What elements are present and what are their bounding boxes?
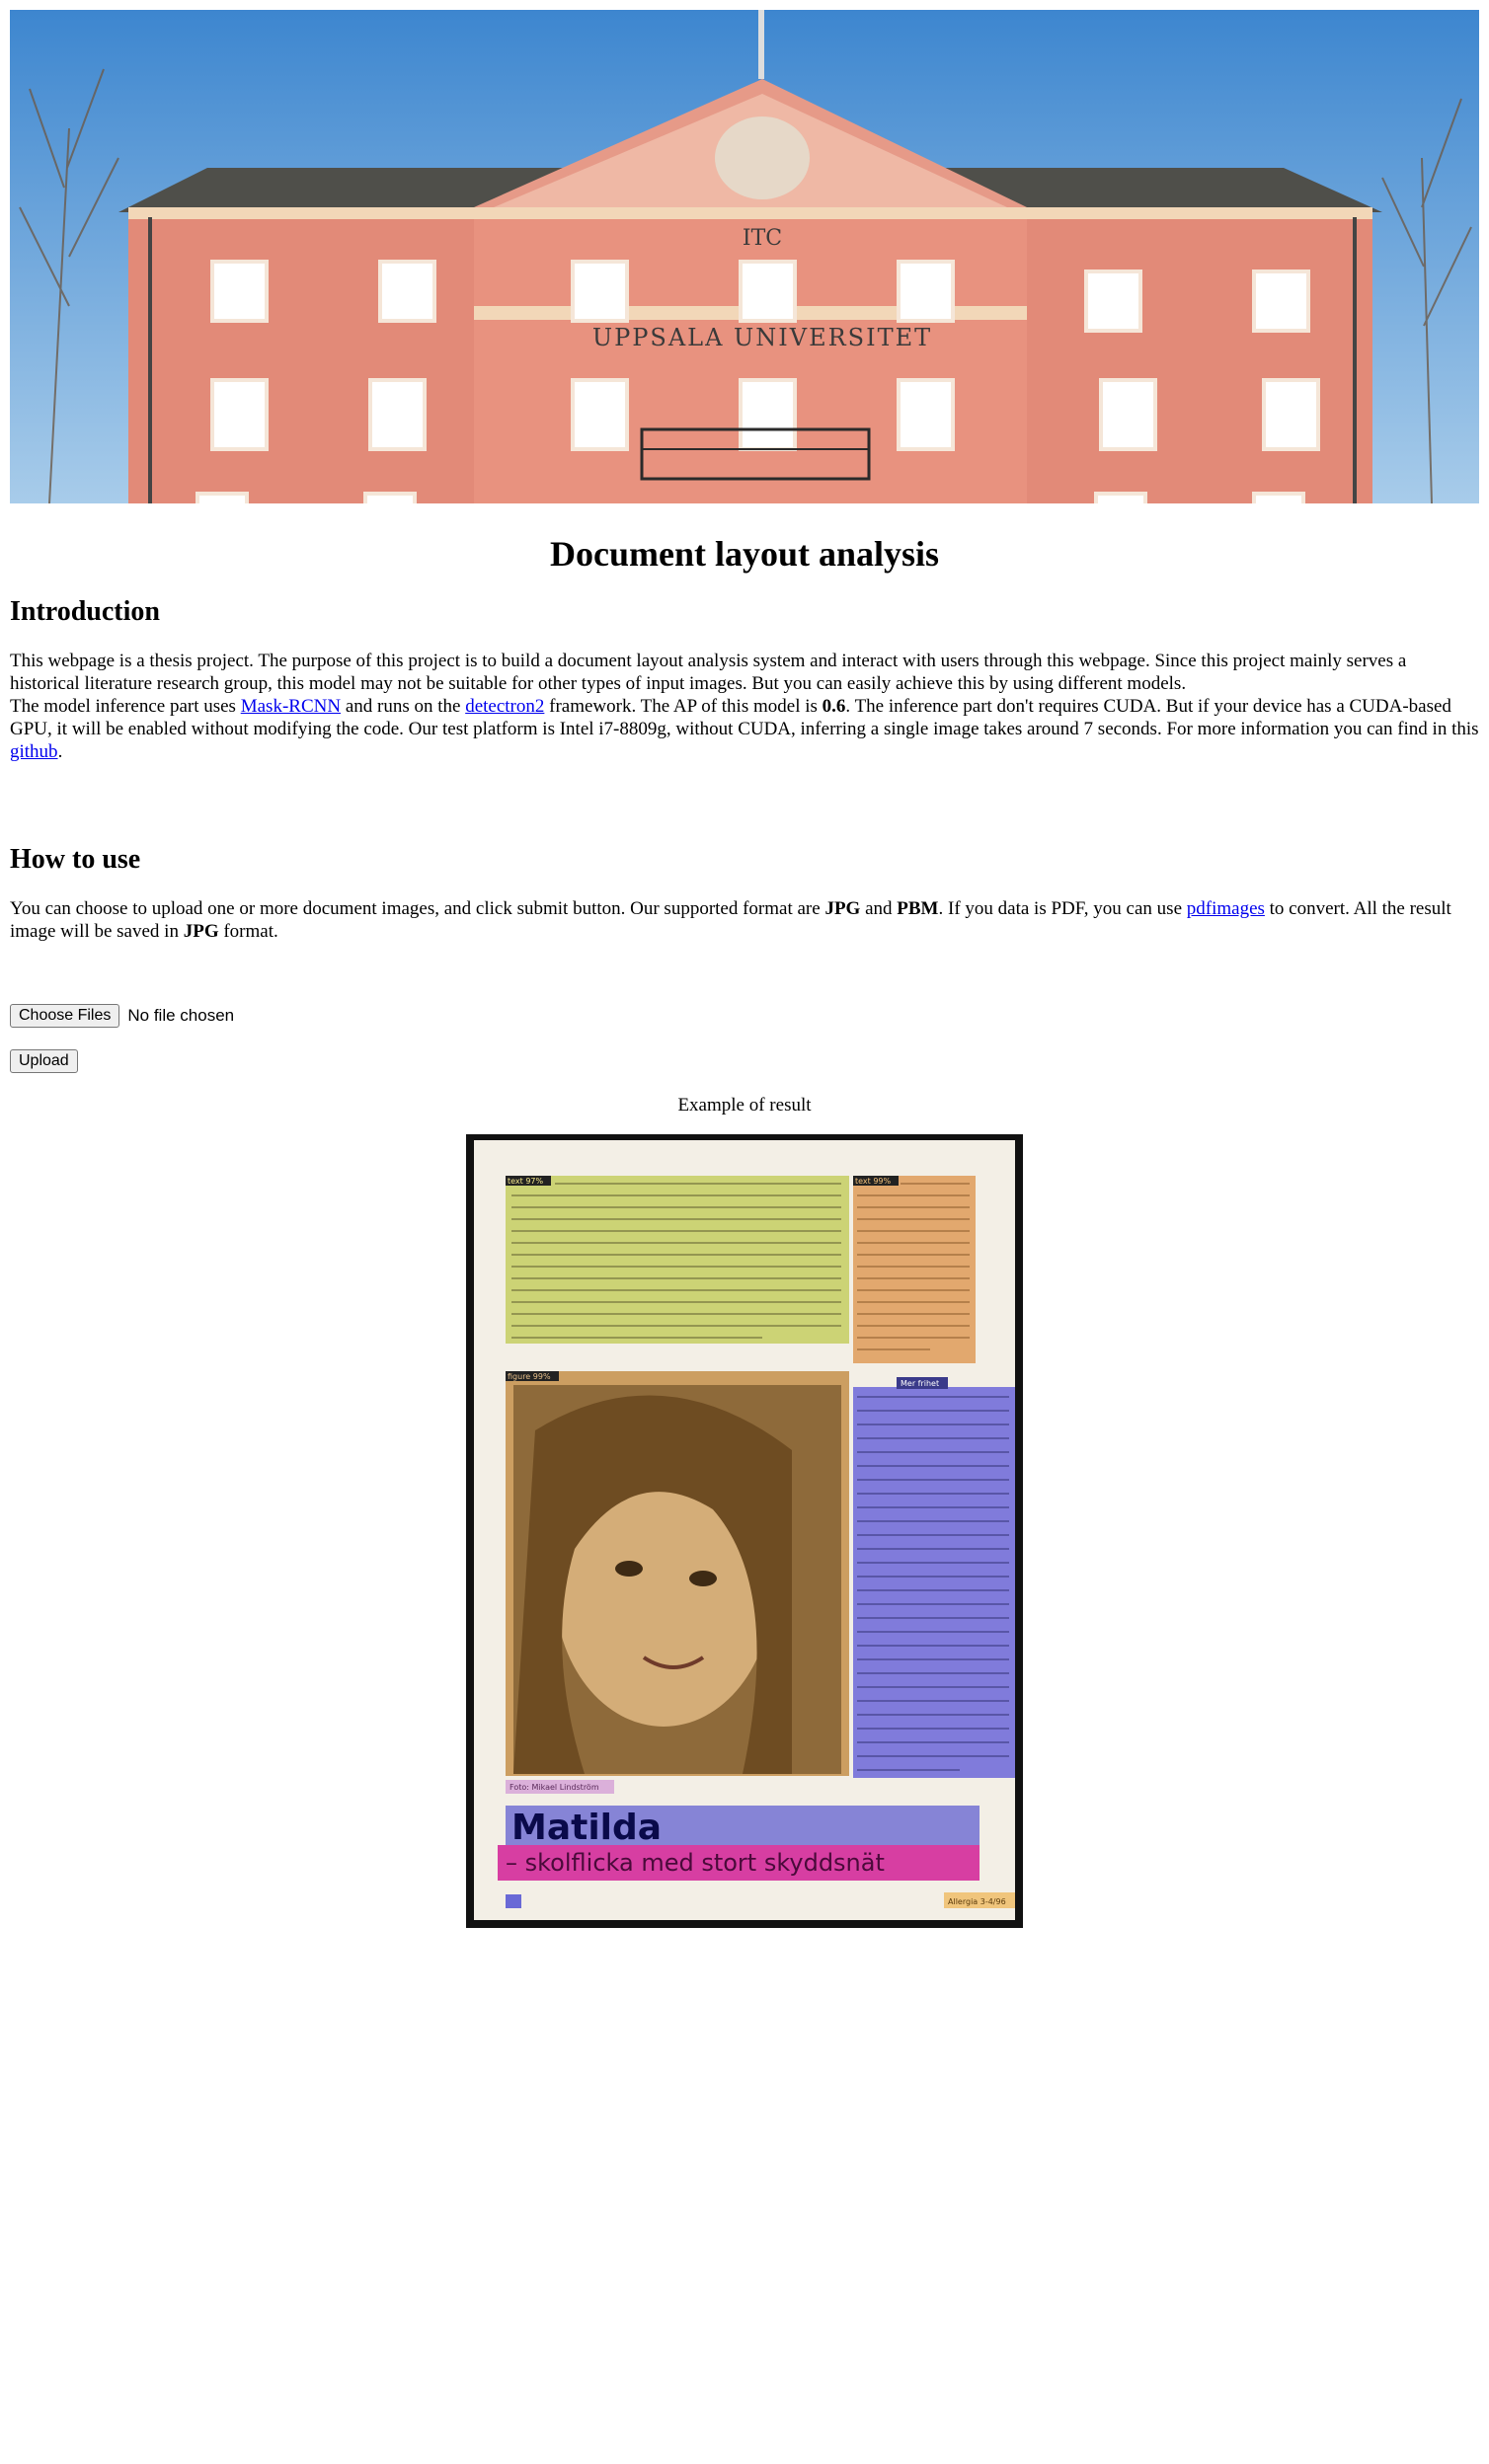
page-title: Document layout analysis [549, 534, 940, 574]
label-header-tag: Mer frihet [901, 1379, 939, 1388]
result-caption: Example of result [677, 1095, 812, 1116]
intro-text-1: This webpage is a thesis project. The pu… [10, 651, 1407, 694]
result-image: text 97% text 99% figure 99% Foto: Mikae… [466, 1134, 1023, 1928]
page: ITC UPPSALA UNIVERSITET Document layout … [0, 0, 1489, 1938]
intro-text-2b: and runs on the [341, 696, 466, 717]
building-label-university: UPPSALA UNIVERSITET [592, 324, 932, 351]
intro-paragraph: This webpage is a thesis project. The pu… [10, 650, 1479, 763]
file-input-row: Choose Files No file chosen [10, 1004, 1479, 1028]
label-figure: figure 99% [508, 1372, 551, 1381]
github-link[interactable]: github [10, 741, 58, 762]
howto-text-e: format. [218, 921, 278, 942]
label-footer: Allergia 3-4/96 [948, 1897, 1006, 1906]
intro-heading: Introduction [10, 596, 160, 627]
detectron2-link[interactable]: detectron2 [465, 696, 544, 717]
result-image-container: text 97% text 99% figure 99% Foto: Mikae… [10, 1134, 1479, 1928]
howto-heading: How to use [10, 844, 141, 875]
format-pbm: PBM [897, 898, 939, 919]
upload-row: Upload [10, 1049, 1479, 1073]
label-text-2: text 99% [855, 1177, 892, 1186]
building-label-itc: ITC [743, 226, 782, 251]
file-status-text: No file chosen [127, 1006, 235, 1025]
intro-text-2a: The model inference part uses [10, 696, 241, 717]
ap-value: 0.6 [822, 696, 846, 717]
intro-text-2e: . [57, 741, 63, 762]
banner-image: ITC UPPSALA UNIVERSITET [10, 10, 1479, 503]
format-jpg: JPG [824, 898, 861, 919]
choose-files-button[interactable]: Choose Files [10, 1004, 120, 1028]
howto-paragraph: You can choose to upload one or more doc… [10, 897, 1479, 943]
label-photo-credit: Foto: Mikael Lindström [509, 1783, 599, 1792]
pdfimages-link[interactable]: pdfimages [1187, 898, 1265, 919]
howto-text-a: You can choose to upload one or more doc… [10, 898, 825, 919]
intro-text-2c: framework. The AP of this model is [544, 696, 823, 717]
label-title: Matilda [511, 1808, 662, 1848]
maskrcnn-link[interactable]: Mask-RCNN [241, 696, 341, 717]
label-text-1: text 97% [508, 1177, 544, 1186]
format-jpg-result: JPG [183, 921, 219, 942]
howto-text-b: and [860, 898, 898, 919]
upload-button[interactable]: Upload [10, 1049, 78, 1073]
howto-text-c: . If you data is PDF, you can use [938, 898, 1187, 919]
label-subtitle: – skolflicka med stort skyddsnät [506, 1849, 885, 1877]
